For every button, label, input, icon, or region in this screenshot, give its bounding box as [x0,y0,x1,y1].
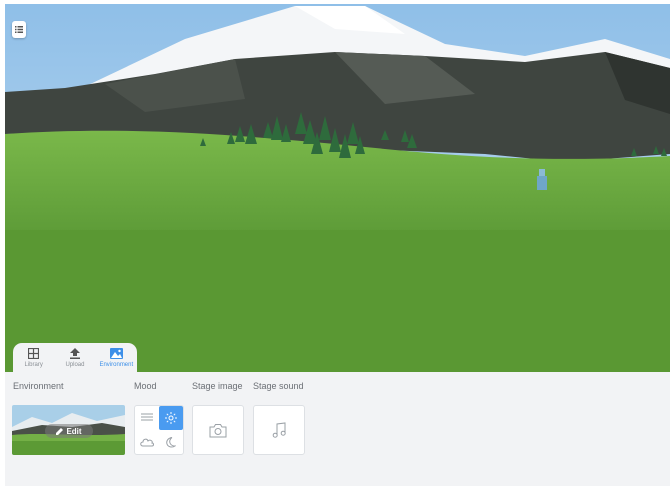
mood-option-fog[interactable] [135,406,159,430]
scene-viewport[interactable] [5,4,670,372]
list-icon [15,26,23,33]
grid-icon [28,348,40,359]
tab-upload[interactable]: Upload [56,347,94,368]
edit-environment-button[interactable]: Edit [45,424,93,438]
tab-environment-label: Environment [99,362,134,368]
camera-icon [209,423,227,437]
layers-menu-button[interactable] [12,21,26,38]
music-note-icon [272,422,286,438]
landscape-scene [5,4,670,372]
environment-section-label: Environment [13,381,64,391]
edit-button-label: Edit [66,426,82,436]
tab-environment[interactable]: Environment [97,347,135,368]
landscape-icon [109,348,123,359]
mood-option-cloud[interactable] [135,430,159,454]
mood-section-label: Mood [134,381,157,391]
tab-upload-label: Upload [65,362,85,368]
pencil-icon [56,427,64,435]
stage-image-tile[interactable] [192,405,244,455]
cloud-icon [140,438,154,447]
upload-icon [69,348,80,359]
mood-option-moon[interactable] [159,430,183,454]
moon-icon [166,436,176,448]
tab-library[interactable]: Library [15,347,53,368]
panel-tabs: Library Upload Environment [13,343,137,372]
stage-image-section-label: Stage image [192,381,243,391]
tab-library-label: Library [24,362,43,368]
sun-icon [165,412,177,424]
mood-picker [134,405,184,455]
mood-option-sun[interactable] [159,406,183,430]
stage-sound-section-label: Stage sound [253,381,304,391]
stage-sound-tile[interactable] [253,405,305,455]
fog-icon [141,413,153,421]
